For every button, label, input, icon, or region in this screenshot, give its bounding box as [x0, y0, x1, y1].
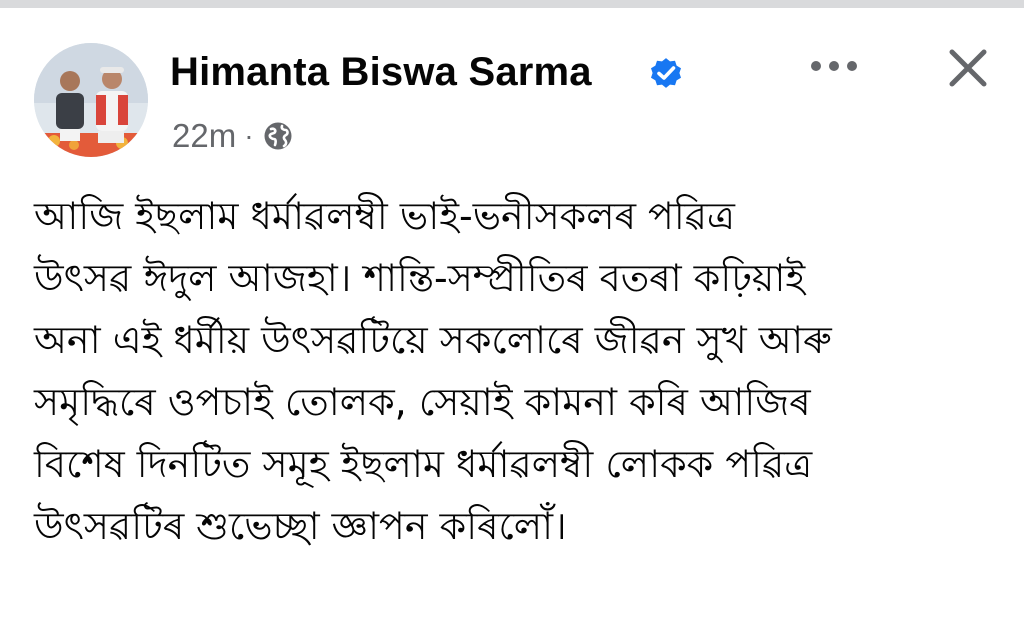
- more-dots-icon: [811, 61, 857, 71]
- meta-separator: ·: [244, 120, 254, 151]
- more-options-button[interactable]: [806, 52, 862, 80]
- post-meta: 22m ·: [172, 116, 294, 156]
- post-text-line: উৎসৱ ঈদুল আজহা। শান্তি-সম্প্ৰীতিৰ বতৰা ক…: [34, 256, 806, 300]
- close-button[interactable]: [940, 40, 996, 96]
- post-text-line: উৎসৱটিৰ শুভেচ্ছা জ্ঞাপন কৰিলোঁ।: [34, 504, 567, 548]
- post-text-line: সমৃদ্ধিৰে ওপচাই তোলক, সেয়াই কামনা কৰি আ…: [34, 380, 811, 424]
- author-name[interactable]: Himanta Biswa Sarma: [170, 48, 592, 96]
- post-text-line: আজি ইছলাম ধৰ্মাৱলম্বী ভাই-ভনীসকলৰ পৱিত্ৰ: [34, 194, 735, 238]
- top-divider: [0, 0, 1024, 8]
- post-text: আজি ইছলাম ধৰ্মাৱলম্বী ভাই-ভনীসকলৰ পৱিত্ৰ…: [34, 185, 1009, 557]
- post-timestamp[interactable]: 22m: [172, 116, 236, 156]
- avatar[interactable]: [34, 43, 148, 157]
- close-icon: [949, 49, 987, 87]
- avatar-photo: [34, 43, 148, 157]
- globe-icon[interactable]: [262, 120, 294, 152]
- post-text-line: অনা এই ধৰ্মীয় উৎসৱটিয়ে সকলোৰে জীৱন সুখ…: [34, 318, 832, 362]
- post-text-line: বিশেষ দিনটিত সমূহ ইছলাম ধৰ্মাৱলম্বী লোকক…: [34, 442, 813, 486]
- verified-badge-icon: [651, 58, 681, 88]
